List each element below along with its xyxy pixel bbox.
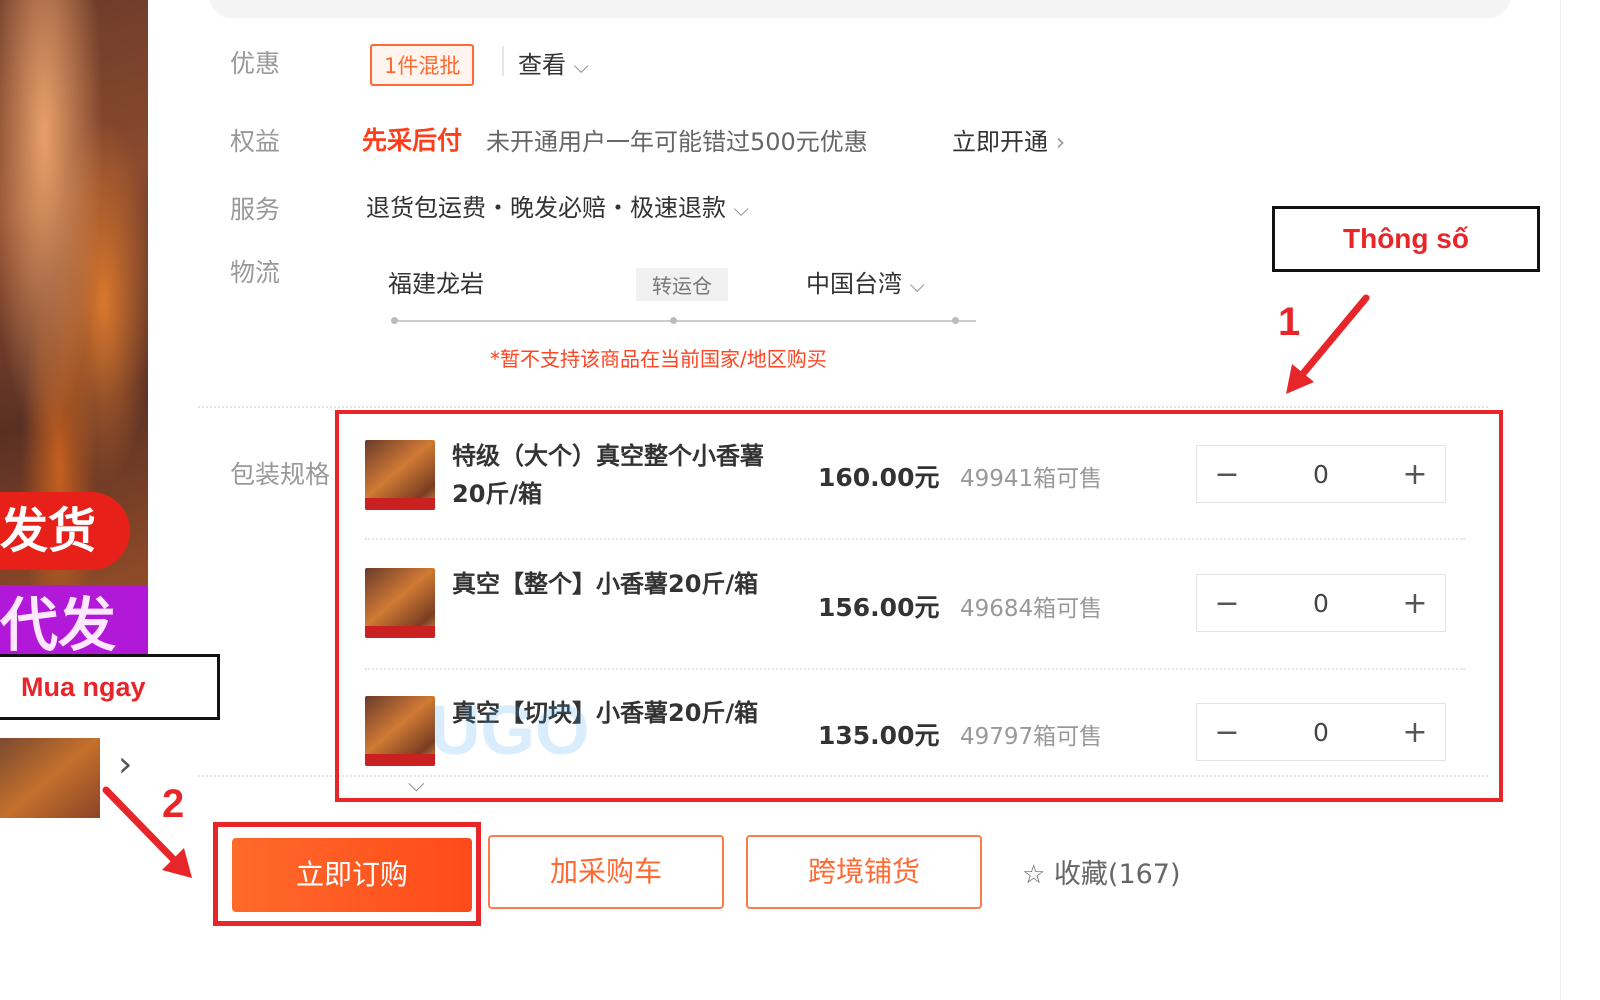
annotation-specs-box xyxy=(335,410,1503,802)
route-dot xyxy=(670,317,677,324)
rights-highlight: 先采后付 xyxy=(362,126,463,155)
star-outline-icon: ☆ xyxy=(1022,860,1046,890)
chevron-down-icon: ⌵ xyxy=(909,273,925,297)
buy-now-button[interactable]: 立即订购 xyxy=(232,838,472,912)
chevron-right-icon[interactable]: › xyxy=(118,744,132,785)
logistics-destination-select[interactable]: 中国台湾 ⌵ xyxy=(806,264,925,299)
logistics-destination: 中国台湾 xyxy=(806,270,902,298)
callout-specs: Thông số xyxy=(1272,206,1540,272)
chevron-right-icon: › xyxy=(1055,128,1066,156)
rights-activate-label: 立即开通 xyxy=(952,128,1048,156)
right-panel-edge xyxy=(1560,0,1600,1000)
service-dropdown[interactable]: 退货包运费・晚发必赔・极速退款 ⌵ xyxy=(366,188,749,223)
divider xyxy=(502,46,504,76)
chevron-down-icon: ⌵ xyxy=(733,197,749,221)
rights-desc: 未开通用户一年可能错过500元优惠 xyxy=(486,128,868,156)
callout-buy: Mua ngay xyxy=(0,654,220,720)
promo-view-link[interactable]: 查看 ⌵ xyxy=(518,45,589,80)
arrow-icon xyxy=(1286,294,1370,394)
promo-view-label: 查看 xyxy=(518,51,566,79)
dropship-banner: 代发 xyxy=(0,585,148,665)
rights-label: 权益 xyxy=(230,127,281,156)
top-bar xyxy=(210,0,1510,18)
favorite-button[interactable]: ☆ 收藏(167) xyxy=(1022,852,1181,891)
logistics-label: 物流 xyxy=(230,258,281,287)
promo-label: 优惠 xyxy=(230,49,281,78)
logistics-from: 福建龙岩 xyxy=(388,270,484,298)
promo-badge: 1件混批 xyxy=(370,44,475,86)
product-thumbnail[interactable] xyxy=(0,738,100,818)
service-items: 退货包运费・晚发必赔・极速退款 xyxy=(366,194,726,222)
shipping-banner: 发货 xyxy=(0,492,130,570)
rights-activate-link[interactable]: 立即开通 › xyxy=(952,122,1065,157)
chevron-down-icon: ⌵ xyxy=(573,54,589,78)
spec-label: 包装规格 xyxy=(230,460,331,489)
add-cart-button[interactable]: 加采购车 xyxy=(488,835,724,909)
service-label: 服务 xyxy=(230,195,281,224)
favorite-label: 收藏(167) xyxy=(1053,859,1181,890)
transfer-tag: 转运仓 xyxy=(636,268,728,301)
section-divider xyxy=(198,406,1488,408)
route-line xyxy=(398,320,976,322)
cross-border-button[interactable]: 跨境铺货 xyxy=(746,835,982,909)
region-notice: *暂不支持该商品在当前国家/地区购买 xyxy=(490,347,827,371)
arrow-icon xyxy=(102,786,192,878)
route-dot xyxy=(391,317,398,324)
route-dot xyxy=(952,317,959,324)
